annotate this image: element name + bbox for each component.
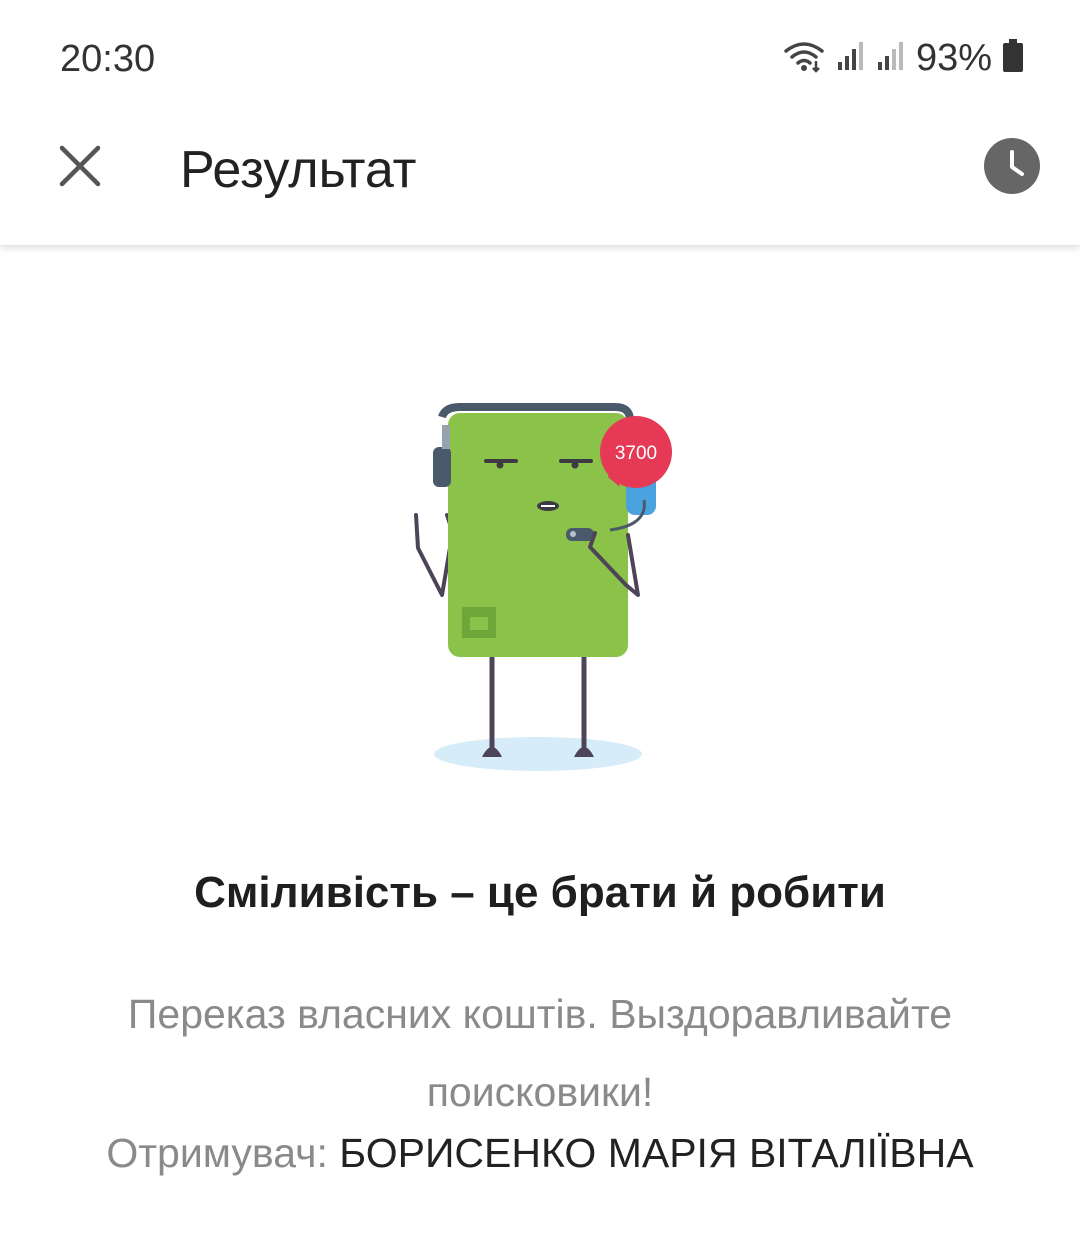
history-button[interactable]	[984, 138, 1040, 194]
status-time: 20:30	[60, 38, 156, 80]
close-icon	[58, 144, 102, 193]
wifi-icon	[782, 39, 826, 78]
badge-text: 3700	[615, 443, 657, 464]
battery-icon	[1002, 38, 1024, 78]
result-description: Переказ власних коштів. Выздоравливайте …	[127, 991, 953, 1115]
signal-icon	[876, 40, 906, 77]
status-icons: 93%	[782, 36, 1024, 80]
card-mascot-illustration: 3700	[400, 385, 700, 785]
recipient-label: Отримувач:	[106, 1130, 340, 1176]
signal-icon	[836, 40, 866, 77]
result-headline: Сміливість – це брати й робити	[194, 868, 886, 917]
battery-percent: 93%	[915, 36, 992, 79]
page-title: Результат	[180, 141, 417, 199]
close-button[interactable]	[50, 138, 110, 198]
clock-icon	[984, 138, 1040, 198]
app-bar: Результат	[0, 110, 1080, 246]
status-bar: 20:30 93%	[0, 0, 1080, 110]
recipient-line: Отримувач: БОРИСЕНКО МАРІЯ ВІТАЛІЇВНА	[0, 1130, 1080, 1177]
recipient-name: БОРИСЕНКО МАРІЯ ВІТАЛІЇВНА	[339, 1130, 974, 1176]
